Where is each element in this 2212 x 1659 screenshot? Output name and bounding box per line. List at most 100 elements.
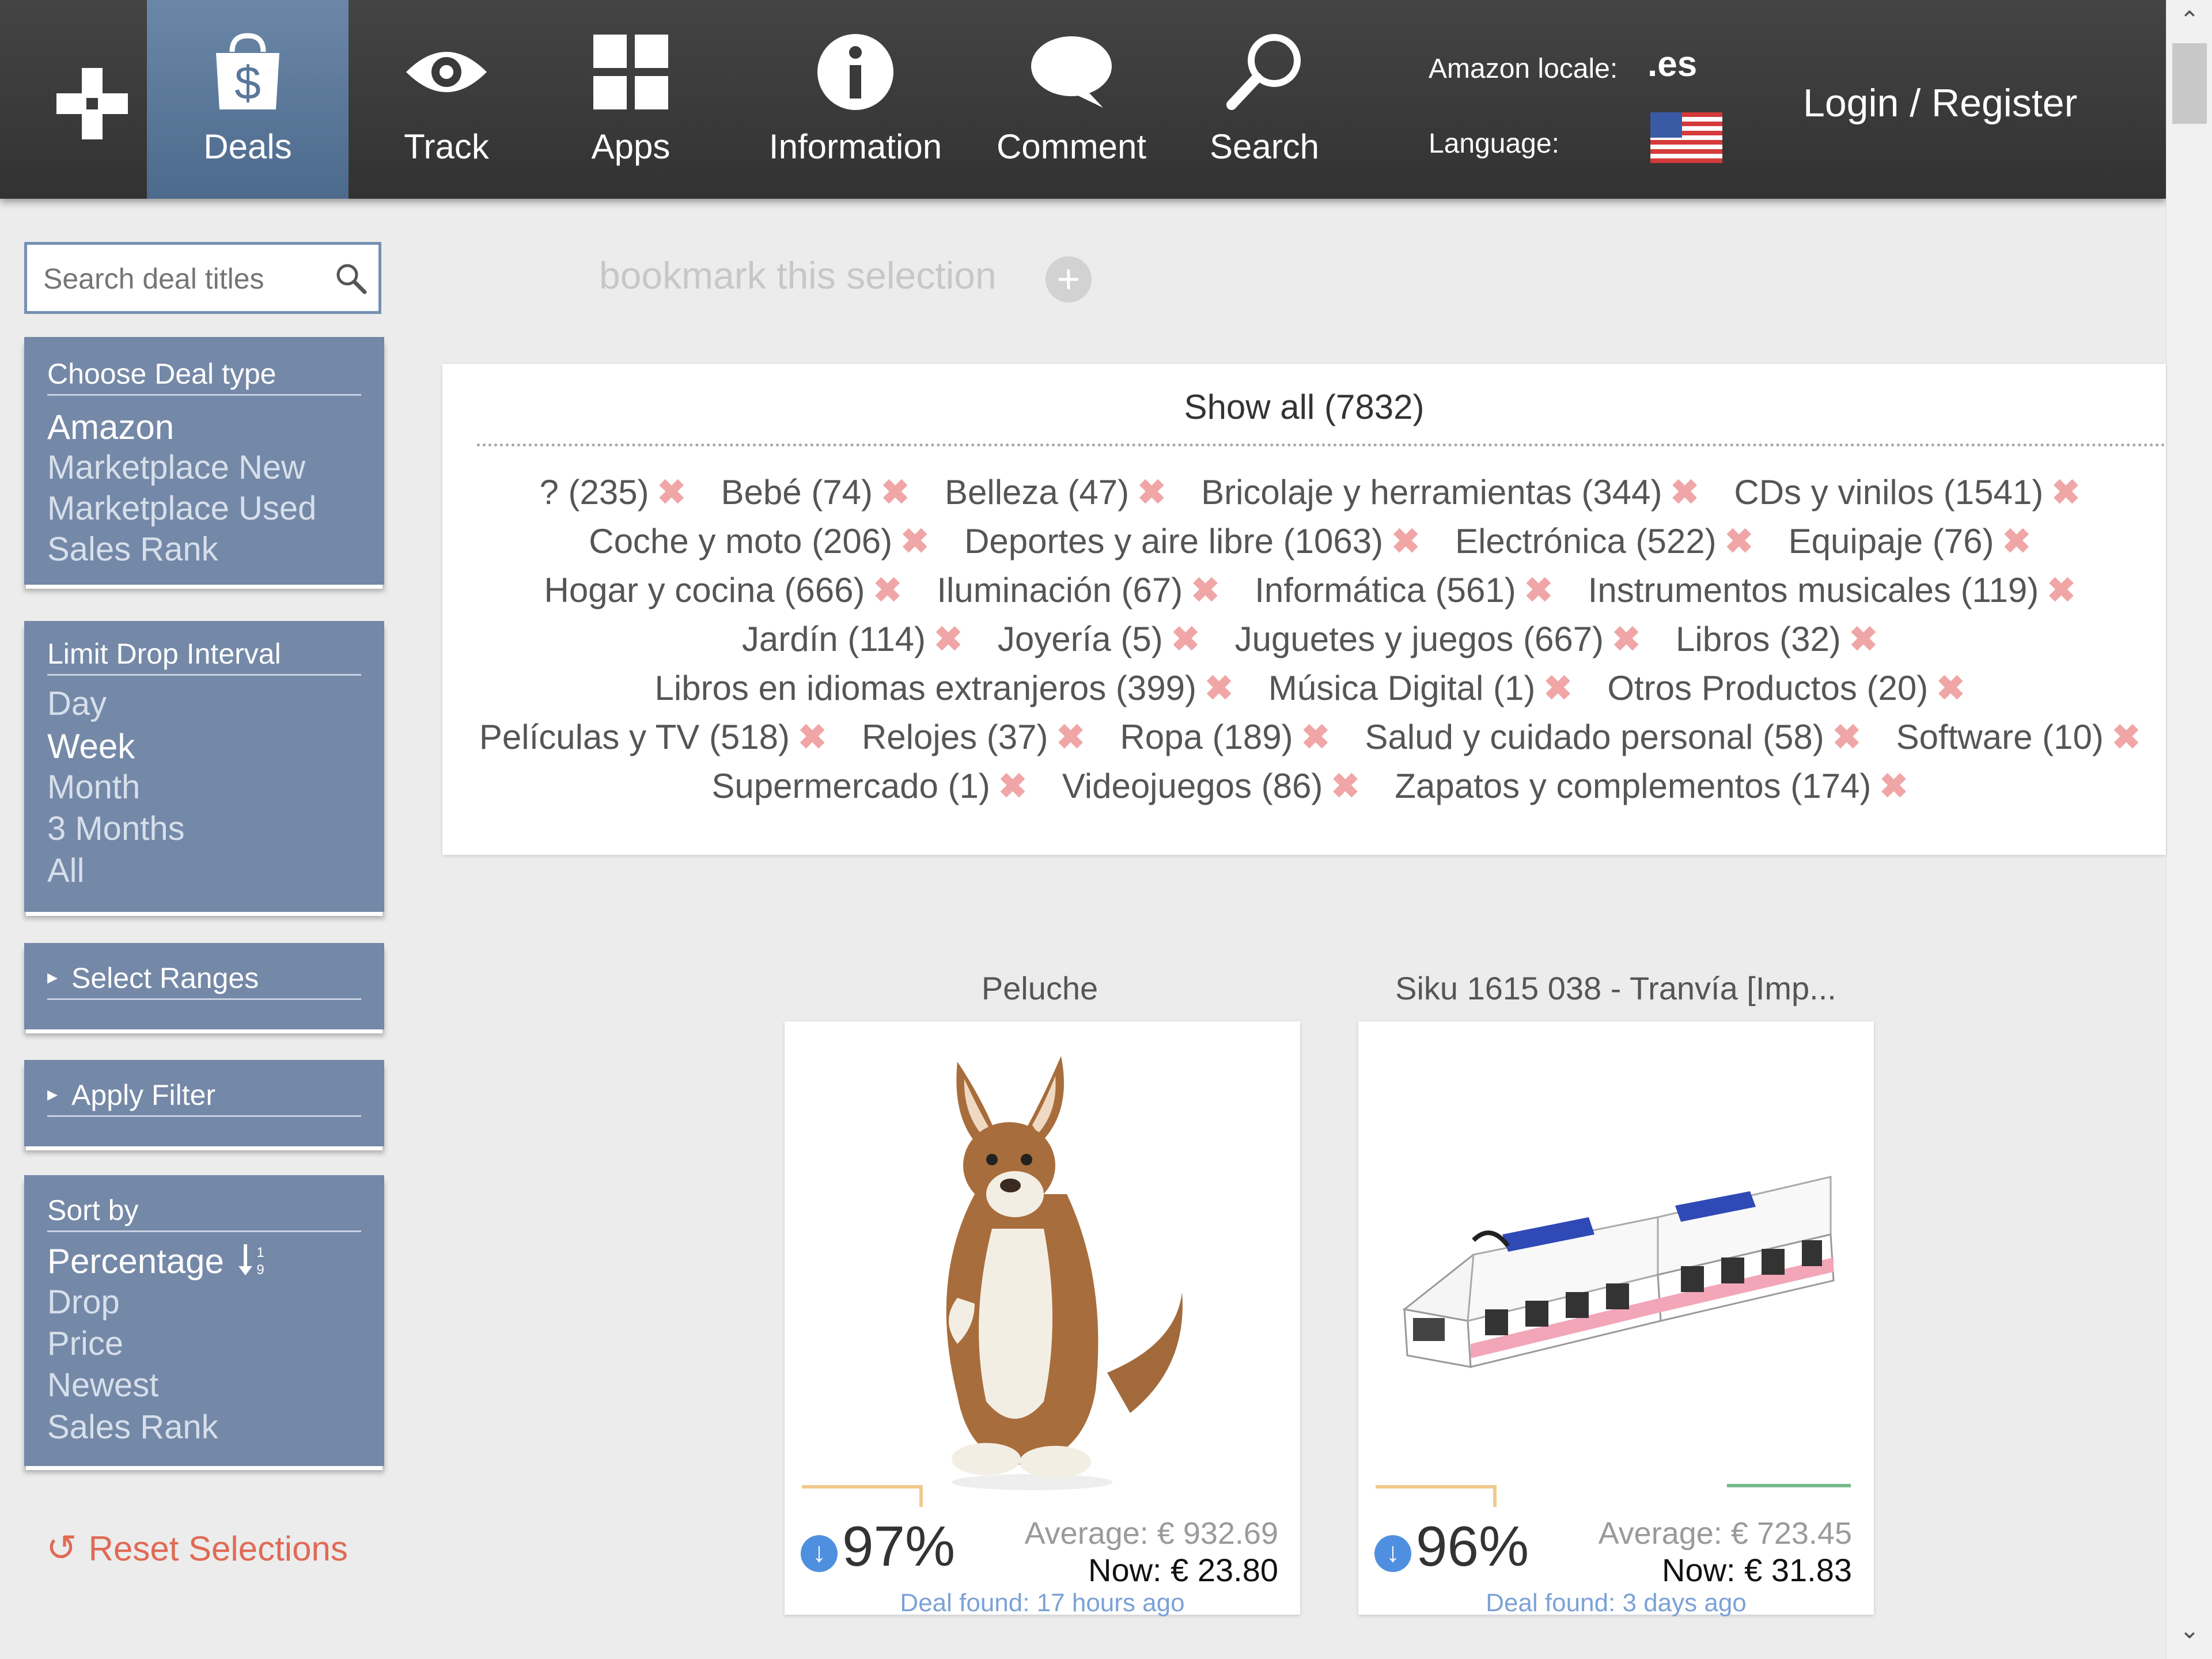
category-item[interactable]: ? (235) ✖ [539,468,685,517]
category-item[interactable]: Libros (32) ✖ [1676,615,1878,664]
bookmark-selection-link[interactable]: bookmark this selection [599,253,997,297]
add-logo-icon[interactable] [52,63,132,144]
remove-category-icon[interactable]: ✖ [1056,718,1085,756]
deal-type-amazon[interactable]: Amazon [47,407,174,447]
remove-category-icon[interactable]: ✖ [1879,767,1908,805]
category-item[interactable]: Equipaje (76) ✖ [1789,517,2031,566]
category-item[interactable]: Juguetes y juegos (667) ✖ [1235,615,1641,664]
scroll-thumb[interactable] [2172,43,2207,124]
category-label[interactable]: Salud y cuidado personal (58) [1365,718,1824,756]
sort-price[interactable]: Price [47,1324,123,1363]
category-item[interactable]: Coche y moto (206) ✖ [589,517,929,566]
category-label[interactable]: Jardín (114) [742,620,926,658]
remove-category-icon[interactable]: ✖ [1171,620,1200,658]
nav-information-tab[interactable]: Information [717,0,994,199]
category-item[interactable]: Supermercado (1) ✖ [711,762,1027,810]
apply-filter-panel[interactable]: ▸ Apply Filter [24,1060,384,1146]
category-item[interactable]: Zapatos y complementos (174) ✖ [1395,762,1908,810]
sort-order-icon[interactable]: 1 9 [237,1242,270,1278]
interval-week[interactable]: Week [47,726,135,766]
remove-category-icon[interactable]: ✖ [881,473,910,512]
sort-drop[interactable]: Drop [47,1283,120,1321]
deal-title-1[interactable]: Peluche [781,969,1299,1007]
category-label[interactable]: Juguetes y juegos (667) [1235,620,1604,658]
remove-category-icon[interactable]: ✖ [2112,718,2141,756]
interval-3-months[interactable]: 3 Months [47,809,185,848]
category-label[interactable]: Relojes (37) [862,718,1048,756]
remove-category-icon[interactable]: ✖ [657,473,686,512]
remove-category-icon[interactable]: ✖ [2047,571,2075,609]
show-all-link[interactable]: Show all (7832) [442,387,2166,427]
remove-category-icon[interactable]: ✖ [1832,718,1861,756]
category-label[interactable]: Libros en idiomas extranjeros (399) [655,669,1196,707]
category-item[interactable]: Informática (561) ✖ [1255,566,1553,615]
category-label[interactable]: ? (235) [539,473,649,512]
deal-card-1[interactable]: ↓ 97% Average: € 932.69 Now: € 23.80 Dea… [785,1021,1300,1617]
us-flag-icon[interactable] [1650,112,1722,163]
nav-apps-tab[interactable]: Apps [544,0,717,199]
remove-category-icon[interactable]: ✖ [1936,669,1965,707]
category-item[interactable]: Salud y cuidado personal (58) ✖ [1365,713,1861,762]
category-label[interactable]: Bricolaje y herramientas (344) [1201,473,1662,512]
category-label[interactable]: Belleza (47) [945,473,1129,512]
vertical-scrollbar[interactable]: ⌃ ⌄ [2166,0,2212,1659]
toy-tram-image[interactable] [1358,1021,1874,1499]
category-label[interactable]: Zapatos y complementos (174) [1395,767,1871,805]
remove-category-icon[interactable]: ✖ [998,767,1027,805]
category-label[interactable]: Informática (561) [1255,571,1516,609]
deal-card-2[interactable]: ↓ 96% Average: € 723.45 Now: € 31.83 Dea… [1358,1021,1874,1617]
deal-type-marketplace-used[interactable]: Marketplace Used [47,489,316,528]
login-register-link[interactable]: Login / Register [1803,81,2077,126]
category-item[interactable]: Libros en idiomas extranjeros (399) ✖ [655,664,1234,713]
amazon-locale-value[interactable]: .es [1647,44,1697,85]
category-item[interactable]: Bricolaje y herramientas (344) ✖ [1201,468,1699,517]
category-label[interactable]: Joyería (5) [998,620,1163,658]
category-item[interactable]: Jardín (114) ✖ [742,615,963,664]
remove-category-icon[interactable]: ✖ [1331,767,1359,805]
nav-track-tab[interactable]: Track [349,0,544,199]
nav-deals-tab[interactable]: $ Deals [147,0,349,199]
category-label[interactable]: Música Digital (1) [1268,669,1535,707]
remove-category-icon[interactable]: ✖ [1205,669,1233,707]
nav-search-tab[interactable]: Search [1178,0,1351,199]
remove-category-icon[interactable]: ✖ [2002,522,2031,560]
remove-category-icon[interactable]: ✖ [900,522,929,560]
bookmark-plus-icon[interactable]: + [1046,256,1092,302]
remove-category-icon[interactable]: ✖ [1670,473,1699,512]
category-label[interactable]: Hogar y cocina (666) [544,571,865,609]
search-icon[interactable] [334,261,368,296]
remove-category-icon[interactable]: ✖ [873,571,902,609]
category-item[interactable]: Ropa (189) ✖ [1120,713,1330,762]
remove-category-icon[interactable]: ✖ [934,620,963,658]
category-label[interactable]: CDs y vinilos (1541) [1734,473,2043,512]
category-label[interactable]: Equipaje (76) [1789,522,1994,560]
category-item[interactable]: Deportes y aire libre (1063) ✖ [964,517,1420,566]
category-item[interactable]: Electrónica (522) ✖ [1455,517,1753,566]
category-label[interactable]: Coche y moto (206) [589,522,892,560]
deal-type-sales-rank[interactable]: Sales Rank [47,530,218,569]
remove-category-icon[interactable]: ✖ [1524,571,1553,609]
category-label[interactable]: Software (10) [1896,718,2104,756]
category-label[interactable]: Videojuegos (86) [1062,767,1323,805]
category-label[interactable]: Libros (32) [1676,620,1841,658]
category-item[interactable]: Películas y TV (518) ✖ [479,713,827,762]
category-item[interactable]: Instrumentos musicales (119) ✖ [1588,566,2076,615]
category-item[interactable]: Joyería (5) ✖ [998,615,1200,664]
remove-category-icon[interactable]: ✖ [1612,620,1641,658]
remove-category-icon[interactable]: ✖ [1849,620,1878,658]
category-item[interactable]: Videojuegos (86) ✖ [1062,762,1360,810]
sort-sales-rank[interactable]: Sales Rank [47,1408,218,1446]
category-label[interactable]: Deportes y aire libre (1063) [964,522,1383,560]
remove-category-icon[interactable]: ✖ [1191,571,1219,609]
category-label[interactable]: Ropa (189) [1120,718,1293,756]
interval-month[interactable]: Month [47,768,140,806]
remove-category-icon[interactable]: ✖ [1725,522,1753,560]
category-item[interactable]: Bebé (74) ✖ [721,468,910,517]
category-label[interactable]: Iluminación (67) [937,571,1183,609]
remove-category-icon[interactable]: ✖ [798,718,827,756]
category-item[interactable]: Belleza (47) ✖ [945,468,1166,517]
scroll-up-arrow-icon[interactable]: ⌃ [2166,6,2212,34]
category-item[interactable]: Otros Productos (20) ✖ [1607,664,1965,713]
interval-all[interactable]: All [47,851,84,890]
remove-category-icon[interactable]: ✖ [2051,473,2080,512]
